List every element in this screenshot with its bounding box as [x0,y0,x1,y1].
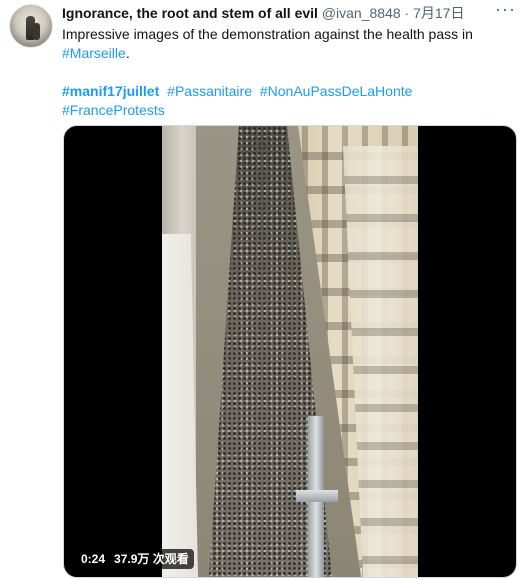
hashtag-passanitaire[interactable]: #Passanitaire [167,83,252,99]
video-player[interactable]: 0:24 37.9万 次观看 [63,125,517,578]
lamp-pole-crossbar [296,490,338,502]
hashtag-manif17juillet[interactable]: #manif17juillet [62,83,159,99]
video-info-badge: 0:24 37.9万 次观看 [76,549,194,569]
tweet-text: Impressive images of the demonstration a… [62,25,502,120]
tweet-body: Impressive images of the demonstration a… [62,25,502,63]
video-duration: 0:24 [81,552,106,566]
video-views: 37.9万 次观看 [114,552,189,566]
tweet-date[interactable]: 7月17日 [413,5,464,21]
meta-separator: · [404,5,410,21]
tweet-body-text: Impressive images of the demonstration a… [62,26,473,42]
more-options-icon[interactable]: ··· [495,0,516,18]
tweet-body-end: . [125,45,130,61]
hashtag-franceprotests[interactable]: #FranceProtests [62,102,165,118]
hashtag-marseille[interactable]: #Marseille [62,45,126,61]
avatar[interactable] [9,4,53,48]
hashtag-nonaupassdelahonte[interactable]: #NonAuPassDeLaHonte [260,83,413,99]
tweet-header: Ignorance, the root and stem of all evil… [62,4,482,22]
hashtag-list: #manif17juillet #Passanitaire #NonAuPass… [62,82,502,120]
video-frame [162,126,418,577]
avatar-figure-2 [33,23,40,40]
author-handle[interactable]: @ivan_8848 [322,5,401,21]
author-name[interactable]: Ignorance, the root and stem of all evil [62,5,318,21]
